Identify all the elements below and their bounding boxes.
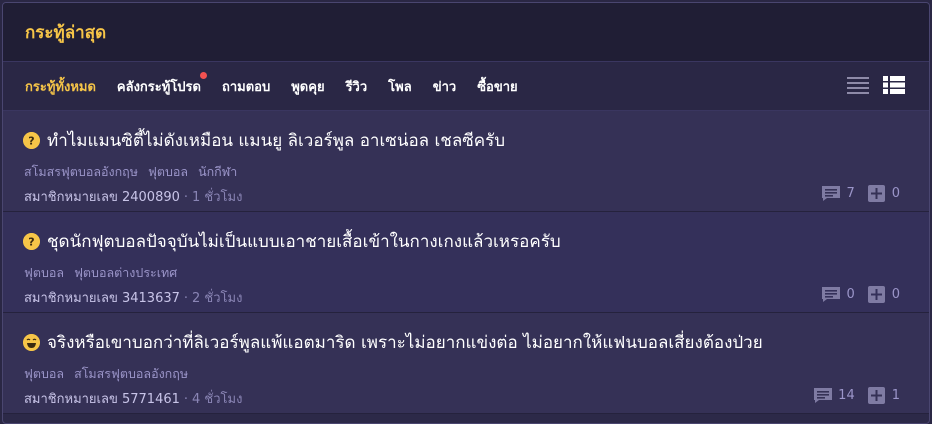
meta-separator: · [183,392,189,407]
topic-title[interactable]: จริงหรือเขาบอกว่าที่ลิเวอร์พูลแพ้แอตมาริ… [47,329,763,356]
topic-row[interactable]: ? ชุดนักฟุตบอลปัจจุบันไม่เป็นแบบเอาชายเส… [3,212,929,313]
topic-tags: ฟุตบอล สโมสรฟุตบอลอังกฤษ [24,364,188,384]
tab-favorites[interactable]: คลังกระทู้โปรด [116,71,207,97]
meta-separator: · [183,190,189,205]
topic-title-row: ? ทำไมแมนซิตี้ไม่ดังเหมือน แมนยู ลิเวอร์… [23,127,505,154]
tab-all-topics[interactable]: กระทู้ทั้งหมด [25,76,96,97]
topic-author[interactable]: สมาชิกหมายเลข 3413637 [24,291,180,306]
topic-meta: สมาชิกหมายเลข 3413637 · 2 ชั่วโมง [24,287,242,308]
vote-plus-icon [867,387,885,404]
tab-poll[interactable]: โพล [388,76,412,97]
comment-icon [822,287,841,302]
comment-count: 7 [846,186,855,201]
topic-tags: สโมสรฟุตบอลอังกฤษ ฟุตบอล นักกีฬา [24,162,237,182]
meta-separator: · [183,291,189,306]
vote-count: 1 [891,388,900,403]
topic-tags: ฟุตบอล ฟุตบอลต่างประเทศ [24,263,177,283]
topic-time: 4 ชั่วโมง [192,392,243,407]
tab-review[interactable]: รีวิว [346,76,368,97]
topic-author[interactable]: สมาชิกหมายเลข 2400890 [24,190,180,205]
topic-stats: 0 0 [821,286,907,303]
topic-meta: สมาชิกหมายเลข 5771461 · 4 ชั่วโมง [24,388,242,409]
topic-time: 1 ชั่วโมง [192,190,243,205]
tab-chat[interactable]: พูดคุย [291,76,324,97]
vote-count: 0 [891,186,900,201]
svg-text:?: ? [28,236,34,249]
topic-row[interactable]: ? ทำไมแมนซิตี้ไม่ดังเหมือน แมนยู ลิเวอร์… [3,111,929,212]
topic-tag[interactable]: ฟุตบอล [148,162,188,182]
tab-news[interactable]: ข่าว [433,76,457,97]
topic-tag[interactable]: สโมสรฟุตบอลอังกฤษ [24,162,138,182]
comment-icon [822,186,841,201]
tab-buy-sell[interactable]: ซื้อขาย [477,76,517,97]
svg-text:?: ? [28,135,34,148]
panel-header: กระทู้ล่าสุด [3,3,929,62]
comment-icon [814,388,833,403]
topic-stats: 7 0 [821,185,907,202]
vote-plus-icon [867,185,885,202]
laugh-emoticon-icon [23,334,40,351]
topic-author[interactable]: สมาชิกหมายเลข 5771461 [24,392,180,407]
topic-tag[interactable]: ฟุตบอล [24,263,64,283]
list-view-icon[interactable] [847,76,869,94]
topic-tag[interactable]: นักกีฬา [198,162,237,182]
question-emoticon-icon: ? [23,233,40,250]
vote-plus-icon [867,286,885,303]
latest-topics-panel: กระทู้ล่าสุด กระทู้ทั้งหมด คลังกระทู้โปร… [2,2,930,424]
topic-tabs: กระทู้ทั้งหมด คลังกระทู้โปรด ถามตอบ พูดค… [3,62,929,111]
topic-title[interactable]: ทำไมแมนซิตี้ไม่ดังเหมือน แมนยู ลิเวอร์พู… [47,127,505,154]
comment-count: 14 [838,388,855,403]
card-view-icon[interactable] [883,76,905,94]
topic-title-row: ? ชุดนักฟุตบอลปัจจุบันไม่เป็นแบบเอาชายเส… [23,228,561,255]
topic-title-row: จริงหรือเขาบอกว่าที่ลิเวอร์พูลแพ้แอตมาริ… [23,329,763,356]
topic-stats: 14 1 [813,387,907,404]
notification-dot [199,71,207,79]
topic-tag[interactable]: สโมสรฟุตบอลอังกฤษ [74,364,188,384]
topic-meta: สมาชิกหมายเลข 2400890 · 1 ชั่วโมง [24,186,242,207]
topic-row[interactable]: จริงหรือเขาบอกว่าที่ลิเวอร์พูลแพ้แอตมาริ… [3,313,929,414]
panel-title: กระทู้ล่าสุด [25,22,107,43]
view-toggles [847,76,905,94]
topic-tag[interactable]: ฟุตบอล [24,364,64,384]
vote-count: 0 [891,287,900,302]
topic-tag[interactable]: ฟุตบอลต่างประเทศ [74,263,177,283]
comment-count: 0 [846,287,855,302]
topic-time: 2 ชั่วโมง [192,291,243,306]
question-emoticon-icon: ? [23,132,40,149]
tab-qa[interactable]: ถามตอบ [222,76,270,97]
tab-favorites-label: คลังกระทู้โปรด [116,79,201,95]
topic-title[interactable]: ชุดนักฟุตบอลปัจจุบันไม่เป็นแบบเอาชายเสื้… [47,228,561,255]
